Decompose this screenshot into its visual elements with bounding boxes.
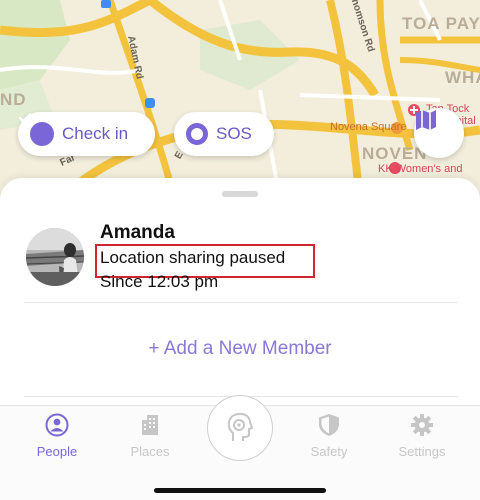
map-view[interactable]: TOA PAYO WHA NOVEN ND E Adam Rd homson R… bbox=[0, 0, 480, 200]
map-label-wha: WHA bbox=[445, 68, 480, 87]
member-since: Since 12:03 pm bbox=[100, 272, 219, 291]
tab-label: Places bbox=[130, 444, 170, 459]
tab-settings[interactable]: Settings bbox=[382, 412, 462, 459]
ring-icon bbox=[186, 123, 208, 145]
home-indicator bbox=[154, 488, 326, 493]
member-name: Amanda bbox=[100, 222, 175, 243]
sheet-grabber[interactable] bbox=[222, 191, 258, 197]
tab-bar: People Places Safety Settings bbox=[0, 395, 480, 500]
tab-places[interactable]: Places bbox=[110, 412, 190, 459]
tab-label: Settings bbox=[398, 444, 446, 459]
sos-button[interactable]: SOS bbox=[174, 112, 274, 156]
tab-label: People bbox=[36, 444, 78, 459]
map-label-nd: ND bbox=[0, 90, 27, 109]
shield-icon bbox=[319, 414, 339, 436]
divider bbox=[24, 302, 458, 303]
driving-safety-button[interactable] bbox=[207, 395, 273, 461]
map-toggle-button[interactable] bbox=[414, 108, 464, 158]
map-label-novena-square: Novena Square bbox=[330, 121, 407, 133]
map-label-toa-payoh: TOA PAYO bbox=[402, 14, 480, 33]
building-icon bbox=[142, 415, 158, 435]
map-label-kk-hospital: KK Women's and bbox=[378, 163, 463, 175]
check-in-label: Check in bbox=[62, 124, 129, 143]
person-icon bbox=[45, 413, 69, 437]
avatar bbox=[26, 228, 84, 286]
tab-label: Safety bbox=[310, 444, 348, 459]
map-icon bbox=[416, 110, 436, 130]
check-in-button[interactable]: Check in bbox=[18, 112, 155, 156]
tab-people[interactable]: People bbox=[17, 412, 97, 459]
sos-label: SOS bbox=[216, 124, 252, 143]
tab-safety[interactable]: Safety bbox=[289, 412, 369, 459]
add-member-button[interactable]: + Add a New Member bbox=[0, 338, 480, 360]
check-circle-icon bbox=[18, 113, 54, 146]
member-row[interactable]: Amanda Location sharing paused Since 12:… bbox=[0, 220, 480, 302]
gear-icon bbox=[411, 414, 433, 436]
head-profile-icon bbox=[227, 412, 254, 441]
